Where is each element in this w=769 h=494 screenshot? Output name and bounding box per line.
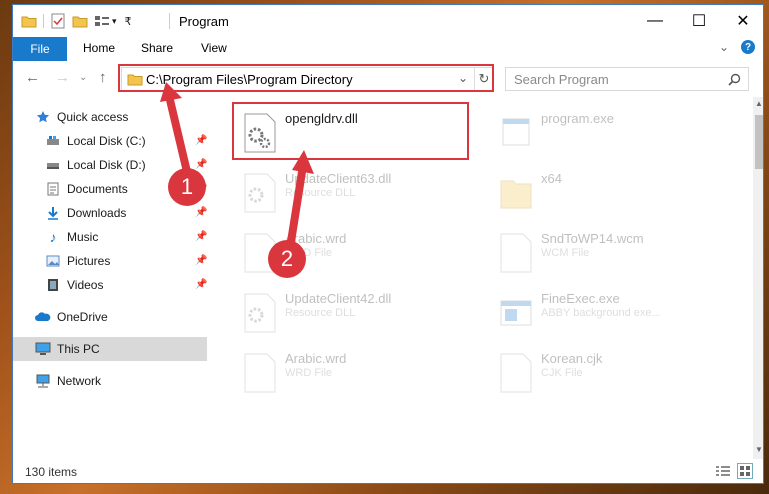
arrow-to-file	[286, 168, 306, 252]
step-1-badge: 1	[168, 168, 206, 206]
arrow-to-address	[166, 96, 192, 180]
step-2-badge: 2	[268, 240, 306, 278]
arrowhead-address	[160, 82, 182, 102]
annotation-arrows	[160, 82, 314, 252]
arrowhead-file	[292, 150, 314, 174]
